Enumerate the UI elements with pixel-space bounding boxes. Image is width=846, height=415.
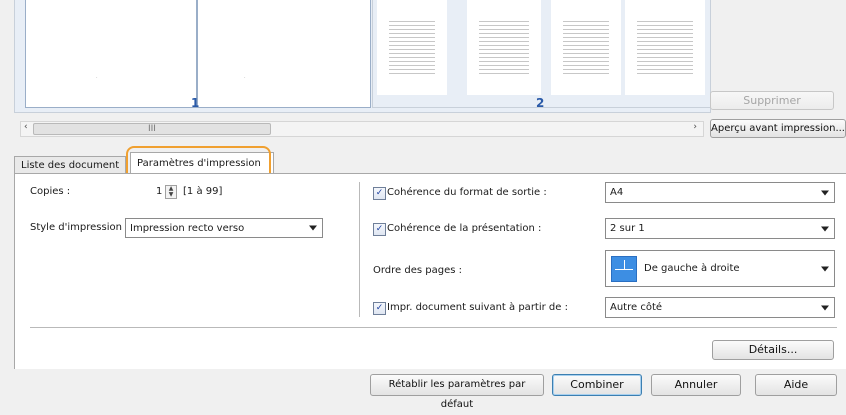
chevron-down-icon	[821, 226, 829, 231]
layout-dropdown[interactable]: 2 sur 1	[605, 218, 835, 239]
chevron-down-icon	[309, 225, 317, 231]
delete-button[interactable]: Supprimer	[710, 91, 834, 110]
dialog-button-bar: Rétablir les paramètres par défaut Combi…	[0, 369, 846, 410]
layout-checkbox[interactable]: ✓	[373, 223, 386, 236]
document-page-thumbnail	[625, 0, 705, 95]
scroll-grip-icon: III	[148, 124, 156, 134]
page-order-value: De gauche à droite	[644, 263, 740, 274]
output-format-value: A4	[610, 187, 624, 198]
chevron-down-icon	[821, 305, 829, 310]
page-order-dropdown[interactable]: De gauche à droite	[605, 250, 835, 287]
horizontal-scrollbar[interactable]: ‹ III ›	[20, 121, 704, 137]
page-preview-pane[interactable]: · · 1 2	[14, 0, 711, 113]
print-style-label: Style d'impression :	[30, 222, 129, 233]
preview-sheet-1-right[interactable]: ·	[197, 0, 371, 108]
output-format-checkbox[interactable]: ✓	[373, 187, 386, 200]
layout-label: Cohérence de la présentation :	[387, 223, 542, 234]
document-page-thumbnail	[467, 0, 541, 95]
preview-sheet-2[interactable]	[372, 0, 710, 108]
next-document-value: Autre côté	[610, 302, 663, 313]
details-button[interactable]: Détails...	[712, 340, 834, 360]
page-order-label: Ordre des pages :	[373, 265, 462, 276]
page-number-2: 2	[536, 96, 545, 110]
next-document-dropdown[interactable]: Autre côté	[605, 297, 835, 318]
tab-document-list[interactable]: Liste des document	[14, 156, 126, 174]
preview-area: · · 1 2 ‹ III › Supprimer Aperçu avant i…	[0, 0, 846, 142]
copies-label: Copies :	[30, 186, 71, 197]
column-divider	[359, 182, 360, 317]
next-document-label: Impr. document suivant à partir de :	[387, 302, 568, 313]
chevron-down-icon	[821, 190, 829, 195]
scroll-left-arrow-icon[interactable]: ‹	[24, 122, 28, 132]
document-page-thumbnail	[551, 0, 621, 95]
print-style-dropdown[interactable]: Impression recto verso	[125, 218, 323, 238]
copies-value[interactable]: 1	[156, 186, 162, 197]
restore-defaults-button[interactable]: Rétablir les paramètres par défaut	[370, 374, 544, 410]
print-settings-panel: Copies : 1 ▲ ▼ [1 à 99] Style d'impressio…	[14, 173, 846, 370]
document-page-thumbnail	[377, 0, 447, 95]
help-button[interactable]: Aide	[755, 374, 837, 396]
panel-divider	[30, 327, 837, 328]
scroll-right-arrow-icon[interactable]: ›	[693, 122, 697, 132]
print-style-value: Impression recto verso	[130, 222, 245, 234]
left-to-right-order-icon	[611, 256, 637, 282]
next-document-checkbox[interactable]: ✓	[373, 302, 386, 315]
copies-range: [1 à 99]	[183, 186, 223, 197]
combine-button[interactable]: Combiner	[552, 374, 642, 396]
scrollbar-thumb[interactable]: III	[33, 123, 271, 135]
output-format-dropdown[interactable]: A4	[605, 182, 835, 203]
output-format-label: Cohérence du format de sortie :	[387, 187, 547, 198]
page-number-1: 1	[191, 96, 200, 110]
print-preview-button[interactable]: Aperçu avant impression...	[710, 119, 846, 138]
preview-sheet-1-left[interactable]: ·	[25, 0, 197, 108]
layout-value: 2 sur 1	[610, 223, 645, 234]
chevron-down-icon	[821, 266, 829, 271]
copies-spinner[interactable]: ▲ ▼	[165, 185, 177, 199]
cancel-button[interactable]: Annuler	[651, 374, 741, 396]
